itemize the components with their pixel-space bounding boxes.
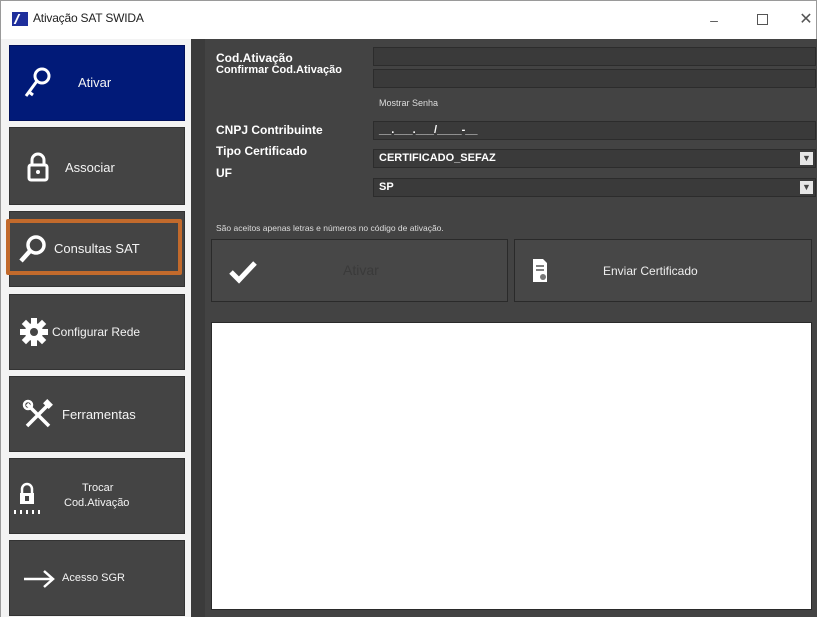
sidebar-item-acesso-sgr[interactable]: Acesso SGR (9, 540, 185, 616)
sidebar: Ativar Associar Consultas SAT Configurar… (1, 39, 191, 617)
confirmar-cod-ativacao-label: Confirmar Cod.Ativação (216, 64, 342, 76)
mostrar-senha-toggle[interactable]: Mostrar Senha (379, 98, 438, 108)
lock-icon (27, 152, 49, 182)
sidebar-item-associar[interactable]: Associar (9, 127, 185, 205)
tipo-certificado-select[interactable]: CERTIFICADO_SEFAZ ▼ (373, 149, 816, 168)
certificate-document-icon (533, 259, 547, 282)
title-bar: Ativação SAT SWIDA – ✕ (1, 1, 816, 39)
activation-hint: São aceitos apenas letras e números no c… (216, 223, 444, 233)
tools-icon (22, 399, 53, 428)
log-output-area[interactable] (211, 322, 812, 610)
enviar-certificado-button[interactable]: Enviar Certificado (514, 239, 812, 302)
app-window: Ativação SAT SWIDA – ✕ Ativar Associar C… (0, 0, 817, 617)
key-icon (24, 67, 51, 97)
sidebar-divider (191, 39, 205, 617)
close-button[interactable]: ✕ (786, 7, 817, 33)
window-title: Ativação SAT SWIDA (33, 11, 144, 25)
cod-ativacao-input[interactable] (373, 47, 816, 66)
ativar-button[interactable]: Ativar (211, 239, 508, 302)
gear-icon (20, 318, 48, 346)
maximize-button[interactable] (742, 7, 782, 33)
ativar-button-label: Ativar (343, 262, 379, 278)
cnpj-label: CNPJ Contribuinte (216, 123, 323, 137)
minimize-button[interactable]: – (694, 7, 734, 33)
sidebar-item-ativar[interactable]: Ativar (9, 45, 185, 121)
sidebar-item-label: Configurar Rede (52, 325, 141, 339)
sidebar-item-label: Associar (65, 160, 115, 175)
sidebar-item-label-line1: Trocar (82, 482, 114, 494)
chevron-down-icon[interactable]: ▼ (800, 152, 813, 165)
sidebar-item-configurar-rede[interactable]: Configurar Rede (9, 294, 185, 370)
maximize-icon (756, 14, 768, 26)
confirmar-cod-ativacao-input[interactable] (373, 69, 816, 88)
cod-ativacao-label: Cod.Ativação (216, 51, 293, 65)
sidebar-item-label: Ativar (78, 75, 112, 90)
selection-highlight (6, 219, 182, 275)
sidebar-item-label: Ferramentas (62, 407, 136, 422)
tipo-certificado-label: Tipo Certificado (216, 144, 308, 158)
sidebar-item-label-line2: Cod.Ativação (64, 497, 130, 509)
chevron-down-icon[interactable]: ▼ (800, 181, 813, 194)
uf-select[interactable]: SP ▼ (373, 178, 816, 197)
sidebar-item-trocar-cod-ativacao[interactable]: Trocar Cod.Ativação (9, 458, 185, 534)
cnpj-input[interactable]: __.___.___/____-__ (373, 121, 816, 140)
lock-password-icon (14, 482, 40, 514)
main-panel: Cod.Ativação Confirmar Cod.Ativação Most… (205, 39, 817, 617)
arrow-right-icon (24, 570, 55, 588)
checkmark-icon (229, 261, 257, 284)
enviar-certificado-label: Enviar Certificado (603, 264, 698, 278)
app-logo-icon (12, 12, 28, 26)
uf-value: SP (379, 181, 394, 193)
uf-label: UF (216, 166, 232, 180)
sidebar-item-ferramentas[interactable]: Ferramentas (9, 376, 185, 452)
sidebar-item-label: Acesso SGR (62, 572, 125, 584)
tipo-certificado-value: CERTIFICADO_SEFAZ (379, 152, 496, 164)
